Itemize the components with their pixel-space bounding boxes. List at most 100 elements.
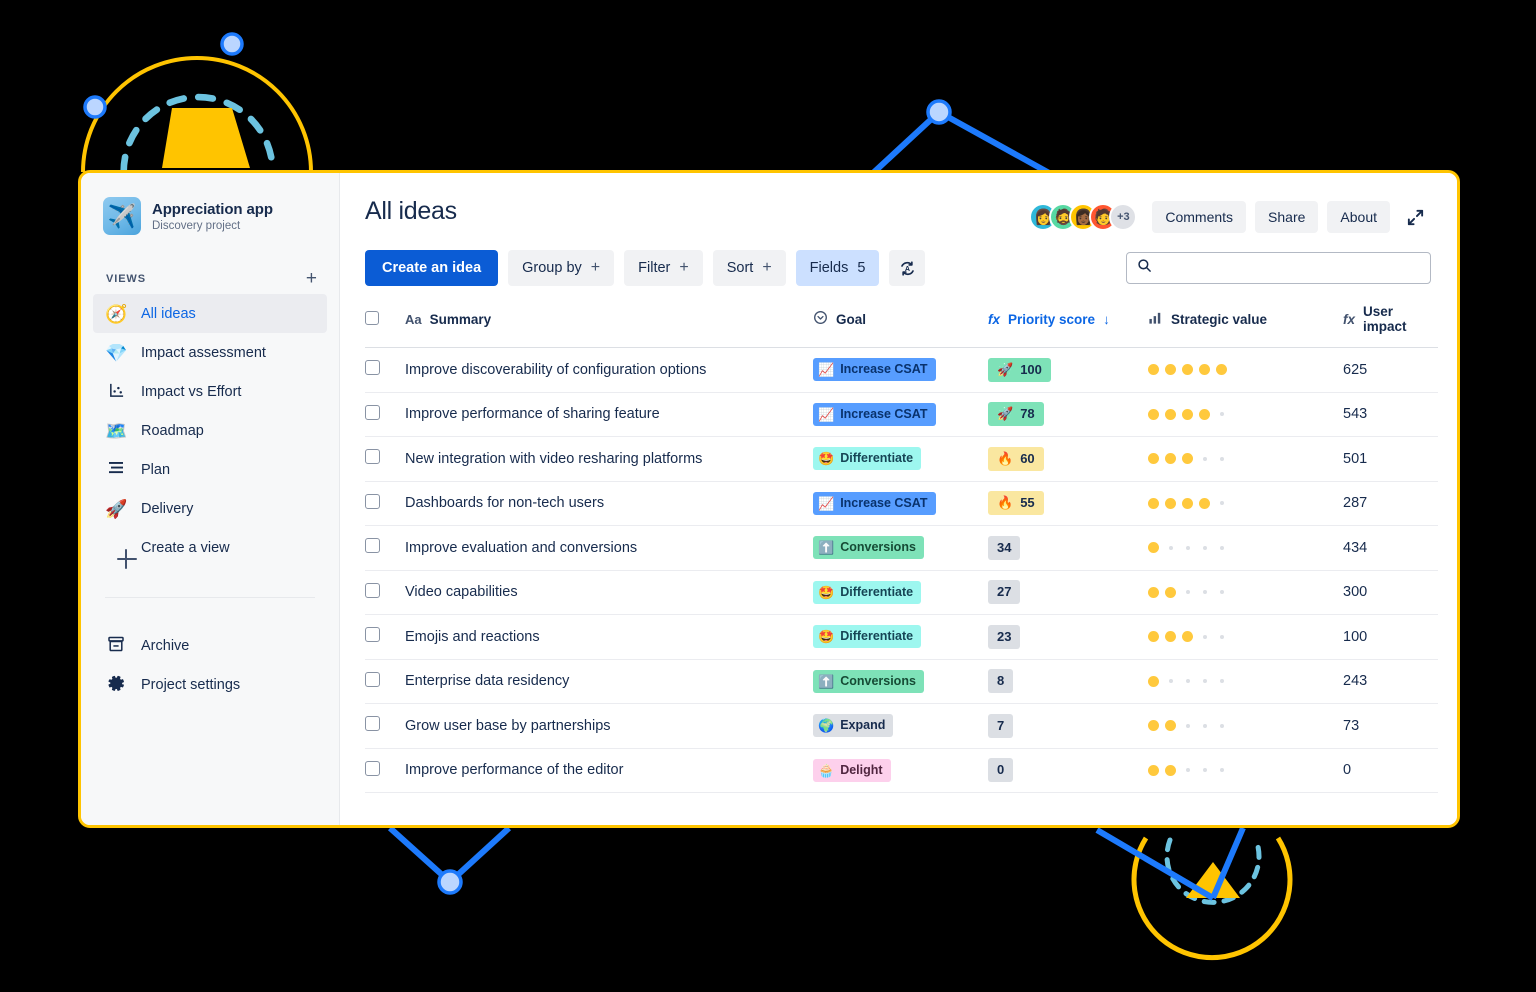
strategic-value-cell[interactable] (1148, 748, 1343, 793)
priority-score-cell[interactable]: 🔥 60 (988, 436, 1148, 482)
goal-cell[interactable]: 🌍 Expand (813, 703, 988, 749)
goal-pill[interactable]: 📈 Increase CSAT (813, 358, 936, 382)
summary-cell[interactable]: Dashboards for non-tech users (405, 481, 813, 526)
user-impact-cell[interactable]: 287 (1343, 481, 1438, 526)
summary-cell[interactable]: Improve performance of sharing feature (405, 392, 813, 437)
strategic-value-cell[interactable] (1148, 347, 1343, 393)
strategic-value-cell[interactable] (1148, 570, 1343, 615)
priority-score-cell[interactable]: 🚀 78 (988, 392, 1148, 437)
sidebar-item-roadmap[interactable]: 🗺️ Roadmap (93, 411, 327, 450)
sidebar-item-impact-vs-effort[interactable]: Impact vs Effort (93, 372, 327, 411)
priority-score-cell[interactable]: 23 (988, 614, 1148, 660)
row-select-cell[interactable] (365, 703, 405, 749)
search-box[interactable] (1126, 252, 1431, 284)
table-row[interactable]: Video capabilities 🤩 Differentiate 27 300 (365, 570, 1438, 615)
row-checkbox[interactable] (365, 449, 380, 465)
goal-cell[interactable]: 🤩 Differentiate (813, 570, 988, 615)
group-by-button[interactable]: Group by + (508, 250, 615, 286)
summary-cell[interactable]: Enterprise data residency (405, 659, 813, 704)
user-impact-cell[interactable]: 73 (1343, 703, 1438, 749)
strategic-value-cell[interactable] (1148, 525, 1343, 571)
row-select-cell[interactable] (365, 525, 405, 571)
row-select-cell[interactable] (365, 614, 405, 660)
goal-pill[interactable]: ⬆️ Conversions (813, 669, 924, 693)
sidebar-item-project-settings[interactable]: Project settings (93, 665, 327, 704)
strategic-value-cell[interactable] (1148, 392, 1343, 437)
search-input[interactable] (1160, 260, 1420, 276)
summary-cell[interactable]: Emojis and reactions (405, 614, 813, 660)
table-row[interactable]: Improve evaluation and conversions ⬆️ Conv… (365, 525, 1438, 571)
avatar-overflow-count[interactable]: +3 (1109, 203, 1138, 231)
goal-cell[interactable]: 📈 Increase CSAT (813, 392, 988, 437)
sidebar-item-delivery[interactable]: 🚀 Delivery (93, 489, 327, 528)
row-select-cell[interactable] (365, 436, 405, 482)
user-impact-cell[interactable]: 300 (1343, 570, 1438, 615)
row-checkbox[interactable] (365, 760, 380, 776)
strategic-value-cell[interactable] (1148, 703, 1343, 749)
goal-cell[interactable]: 🧁 Delight (813, 748, 988, 793)
row-select-cell[interactable] (365, 392, 405, 437)
user-impact-cell[interactable]: 501 (1343, 436, 1438, 482)
sidebar-item-impact-assessment[interactable]: 💎 Impact assessment (93, 333, 327, 372)
table-row[interactable]: Emojis and reactions 🤩 Differentiate 23 100 (365, 614, 1438, 660)
strategic-value-cell[interactable] (1148, 614, 1343, 660)
comments-button[interactable]: Comments (1152, 201, 1247, 233)
table-row[interactable]: Grow user base by partnerships 🌍 Expand 7 73 (365, 703, 1438, 749)
user-impact-cell[interactable]: 243 (1343, 659, 1438, 704)
summary-cell[interactable]: Video capabilities (405, 570, 813, 615)
priority-score-cell[interactable]: 🚀 100 (988, 347, 1148, 393)
priority-score-cell[interactable]: 34 (988, 525, 1148, 571)
priority-score-cell[interactable]: 🔥 55 (988, 481, 1148, 526)
sidebar-item-plan[interactable]: Plan (93, 450, 327, 489)
column-header-strategic-value[interactable]: Strategic value (1148, 304, 1343, 348)
user-impact-cell[interactable]: 625 (1343, 347, 1438, 393)
strategic-value-cell[interactable] (1148, 481, 1343, 526)
goal-pill[interactable]: 📈 Increase CSAT (813, 402, 936, 426)
row-checkbox[interactable] (365, 582, 380, 598)
fields-button[interactable]: Fields 5 (795, 250, 880, 286)
filter-button[interactable]: Filter + (624, 250, 703, 286)
row-select-cell[interactable] (365, 347, 405, 393)
priority-score-cell[interactable]: 0 (988, 748, 1148, 793)
user-impact-cell[interactable]: 100 (1343, 614, 1438, 660)
table-row[interactable]: Improve discoverability of configuration… (365, 347, 1438, 393)
sidebar-item-all-ideas[interactable]: 🧭 All ideas (93, 294, 327, 333)
create-an-idea-button[interactable]: Create an idea (365, 250, 499, 286)
row-checkbox[interactable] (365, 627, 380, 643)
goal-pill[interactable]: 🌍 Expand (813, 714, 894, 738)
sort-button[interactable]: Sort + (712, 250, 786, 286)
sidebar-item-create-a-view[interactable]: Create a view (93, 528, 327, 567)
goal-cell[interactable]: 📈 Increase CSAT (813, 347, 988, 393)
goal-pill[interactable]: 🤩 Differentiate (813, 580, 922, 604)
row-select-cell[interactable] (365, 748, 405, 793)
goal-pill[interactable]: 📈 Increase CSAT (813, 491, 936, 515)
about-button[interactable]: About (1327, 201, 1390, 233)
row-checkbox[interactable] (365, 493, 380, 509)
auto-refresh-icon[interactable]: A (889, 250, 926, 286)
table-row[interactable]: Improve performance of the editor 🧁 Deligh… (365, 748, 1438, 793)
sidebar-item-archive[interactable]: Archive (93, 626, 327, 665)
share-button[interactable]: Share (1255, 201, 1319, 233)
goal-pill[interactable]: 🤩 Differentiate (813, 625, 922, 649)
table-row[interactable]: Improve performance of sharing feature 📈 I… (365, 392, 1438, 437)
summary-cell[interactable]: Improve performance of the editor (405, 748, 813, 793)
row-select-cell[interactable] (365, 481, 405, 526)
row-checkbox[interactable] (365, 404, 380, 420)
expand-diagonal-icon[interactable] (1399, 201, 1431, 233)
avatar-group[interactable]: 👩 🧔 👩🏾 🧑 +3 (1029, 203, 1138, 231)
row-checkbox[interactable] (365, 716, 380, 732)
row-checkbox[interactable] (365, 360, 380, 376)
priority-score-cell[interactable]: 8 (988, 659, 1148, 704)
goal-cell[interactable]: ⬆️ Conversions (813, 525, 988, 571)
strategic-value-cell[interactable] (1148, 436, 1343, 482)
column-header-user-impact[interactable]: fx User impact (1343, 304, 1438, 348)
select-all-checkbox[interactable] (365, 310, 379, 325)
select-all-header[interactable] (365, 304, 405, 348)
row-checkbox[interactable] (365, 671, 380, 687)
column-header-summary[interactable]: Aa Summary (405, 304, 813, 348)
table-row[interactable]: Enterprise data residency ⬆️ Conversions 8 2… (365, 659, 1438, 704)
row-select-cell[interactable] (365, 659, 405, 704)
goal-cell[interactable]: 🤩 Differentiate (813, 436, 988, 482)
goal-pill[interactable]: ⬆️ Conversions (813, 536, 924, 560)
user-impact-cell[interactable]: 0 (1343, 748, 1438, 793)
